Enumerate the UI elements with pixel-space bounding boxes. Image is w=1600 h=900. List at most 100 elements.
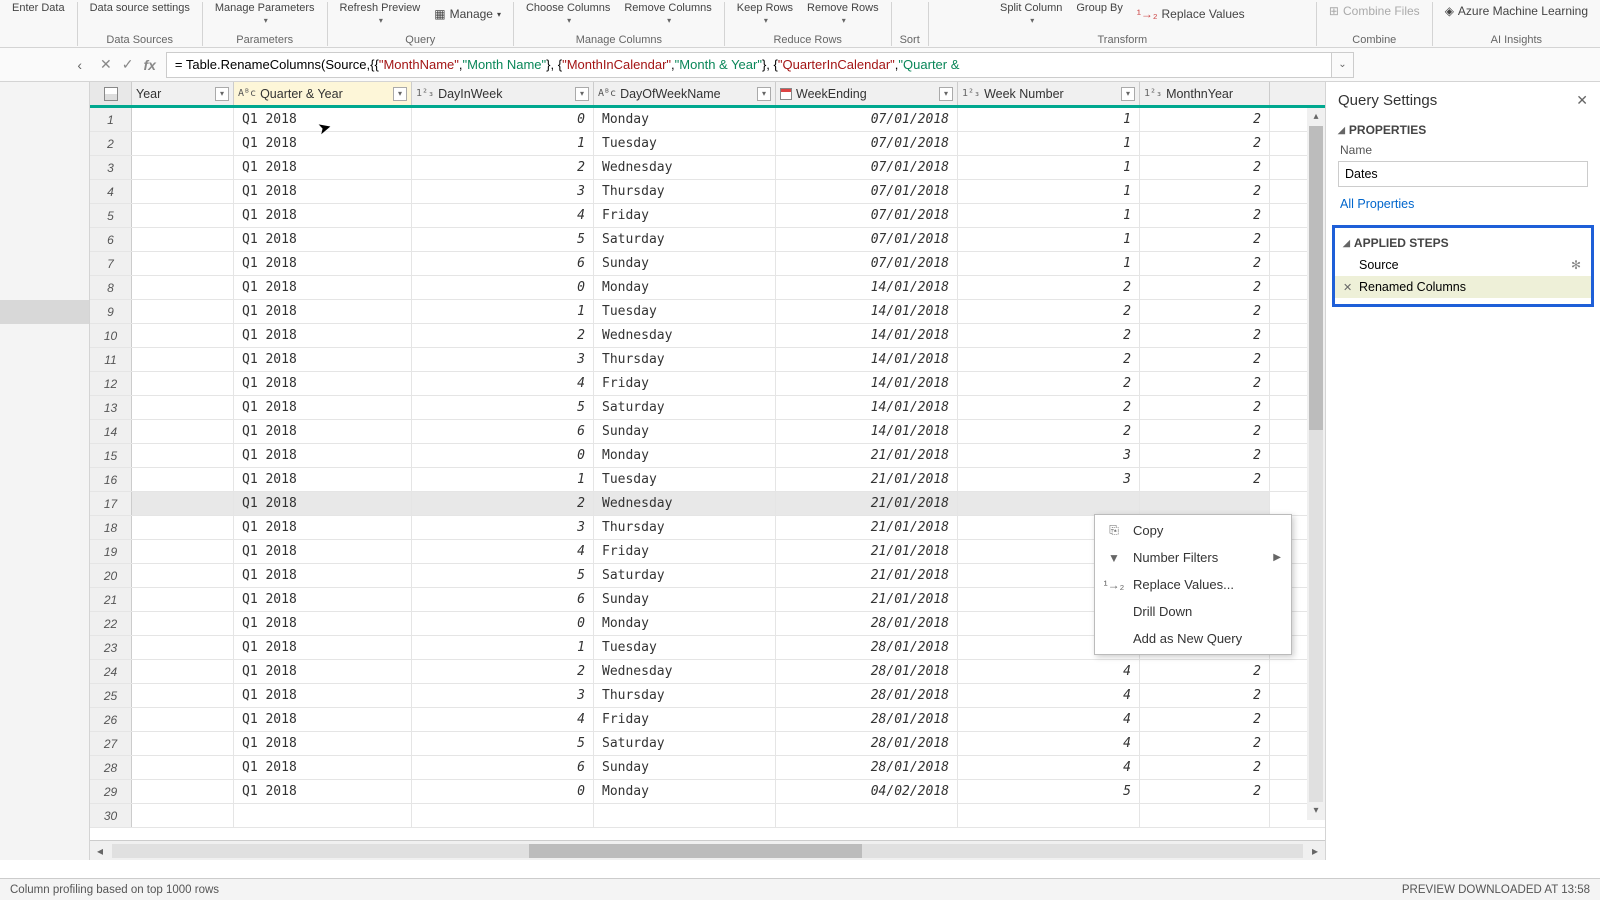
table-row[interactable]: 4Q1 20183Thursday07/01/201812	[90, 180, 1325, 204]
table-row[interactable]: 25Q1 20183Thursday28/01/201842	[90, 684, 1325, 708]
cell[interactable]: 2	[1140, 300, 1270, 323]
cell[interactable]: 2	[1140, 732, 1270, 755]
row-number[interactable]: 12	[90, 372, 132, 395]
cell[interactable]: 2	[1140, 444, 1270, 467]
row-number[interactable]: 7	[90, 252, 132, 275]
cell[interactable]: Q1 2018	[234, 732, 412, 755]
row-number[interactable]: 21	[90, 588, 132, 611]
cell[interactable]: Q1 2018	[234, 780, 412, 803]
filter-dropdown-icon[interactable]: ▾	[939, 87, 953, 101]
choose-columns-button[interactable]: Choose Columns	[522, 2, 614, 26]
table-row[interactable]: 30	[90, 804, 1325, 828]
cell[interactable]: 4	[412, 204, 594, 227]
cell[interactable]: Q1 2018	[234, 516, 412, 539]
row-number[interactable]: 1	[90, 108, 132, 131]
context-copy[interactable]: ⎘Copy	[1095, 517, 1291, 544]
cell[interactable]: Friday	[594, 540, 776, 563]
cell[interactable]: Wednesday	[594, 324, 776, 347]
table-row[interactable]: 11Q1 20183Thursday14/01/201822	[90, 348, 1325, 372]
cell[interactable]: 0	[412, 612, 594, 635]
cell[interactable]: 4	[412, 372, 594, 395]
cell[interactable]: Q1 2018	[234, 444, 412, 467]
cell[interactable]: 5	[958, 780, 1140, 803]
cell[interactable]: Q1 2018	[234, 276, 412, 299]
table-row[interactable]: 15Q1 20180Monday21/01/201832	[90, 444, 1325, 468]
column-header-weeknumber[interactable]: 1²₃Week Number▾	[958, 82, 1140, 105]
cell[interactable]	[1140, 804, 1270, 827]
all-properties-link[interactable]: All Properties	[1326, 193, 1600, 221]
enter-data-button[interactable]: Enter Data	[8, 2, 69, 14]
cell[interactable]	[132, 780, 234, 803]
cell[interactable]: 2	[958, 396, 1140, 419]
cell[interactable]: 2	[958, 276, 1140, 299]
cell[interactable]: 28/01/2018	[776, 708, 958, 731]
row-number[interactable]: 9	[90, 300, 132, 323]
close-panel-icon[interactable]: ✕	[1576, 92, 1588, 109]
cell[interactable]	[132, 660, 234, 683]
table-row[interactable]: 5Q1 20184Friday07/01/201812	[90, 204, 1325, 228]
cell[interactable]: 2	[412, 156, 594, 179]
cell[interactable]	[132, 516, 234, 539]
cell[interactable]: 4	[958, 732, 1140, 755]
column-header-year[interactable]: Year▾	[132, 82, 234, 105]
cell[interactable]: 2	[1140, 756, 1270, 779]
properties-section-header[interactable]: PROPERTIES	[1326, 115, 1600, 141]
cell[interactable]: 1	[958, 252, 1140, 275]
cell[interactable]: Q1 2018	[234, 132, 412, 155]
cell[interactable]: 4	[958, 756, 1140, 779]
cell[interactable]: 21/01/2018	[776, 516, 958, 539]
cell[interactable]	[132, 612, 234, 635]
cell[interactable]: Thursday	[594, 180, 776, 203]
cell[interactable]: 07/01/2018	[776, 252, 958, 275]
cell[interactable]: Friday	[594, 708, 776, 731]
cell[interactable]	[132, 156, 234, 179]
scroll-up-icon[interactable]: ▴	[1307, 108, 1325, 126]
row-number[interactable]: 15	[90, 444, 132, 467]
table-row[interactable]: 9Q1 20181Tuesday14/01/201822	[90, 300, 1325, 324]
cell[interactable]: Q1 2018	[234, 684, 412, 707]
cell[interactable]: Friday	[594, 372, 776, 395]
cell[interactable]: 2	[1140, 780, 1270, 803]
replace-values-button[interactable]: ¹→₂Replace Values	[1133, 2, 1249, 26]
cell[interactable]: 3	[412, 684, 594, 707]
cell[interactable]: 1	[958, 108, 1140, 131]
cell[interactable]: Q1 2018	[234, 420, 412, 443]
table-row[interactable]: 2Q1 20181Tuesday07/01/201812	[90, 132, 1325, 156]
row-number[interactable]: 30	[90, 804, 132, 827]
cell[interactable]: 4	[412, 540, 594, 563]
column-header-quarter-year[interactable]: AᴮcQuarter & Year▾	[234, 82, 412, 105]
cell[interactable]: Q1 2018	[234, 396, 412, 419]
cell[interactable]: 4	[412, 708, 594, 731]
cell[interactable]	[234, 804, 412, 827]
cell[interactable]: Q1 2018	[234, 588, 412, 611]
cell[interactable]: 3	[412, 180, 594, 203]
cell[interactable]: 21/01/2018	[776, 444, 958, 467]
context-drill-down[interactable]: Drill Down	[1095, 598, 1291, 625]
column-header-dayinweek[interactable]: 1²₃DayInWeek▾	[412, 82, 594, 105]
table-row[interactable]: 12Q1 20184Friday14/01/201822	[90, 372, 1325, 396]
cell[interactable]: Thursday	[594, 684, 776, 707]
cell[interactable]	[132, 444, 234, 467]
row-number[interactable]: 14	[90, 420, 132, 443]
cell[interactable]: 1	[958, 180, 1140, 203]
cell[interactable]: Q1 2018	[234, 180, 412, 203]
cell[interactable]	[958, 804, 1140, 827]
cell[interactable]: Q1 2018	[234, 612, 412, 635]
cell[interactable]: 2	[412, 324, 594, 347]
row-number[interactable]: 16	[90, 468, 132, 491]
cell[interactable]: 14/01/2018	[776, 276, 958, 299]
horizontal-scrollbar[interactable]: ◂ ▸	[90, 840, 1325, 860]
cell[interactable]: Q1 2018	[234, 564, 412, 587]
cell[interactable]: 5	[412, 396, 594, 419]
cell[interactable]: Saturday	[594, 396, 776, 419]
cell[interactable]: 07/01/2018	[776, 132, 958, 155]
filter-dropdown-icon[interactable]: ▾	[1121, 87, 1135, 101]
table-row[interactable]: 1Q1 20180Monday07/01/201812	[90, 108, 1325, 132]
cell[interactable]	[132, 252, 234, 275]
cell[interactable]: 07/01/2018	[776, 204, 958, 227]
context-replace-values[interactable]: ¹→₂Replace Values...	[1095, 571, 1291, 598]
table-row[interactable]: 3Q1 20182Wednesday07/01/201812	[90, 156, 1325, 180]
cell[interactable]: 2	[958, 324, 1140, 347]
row-number[interactable]: 20	[90, 564, 132, 587]
cell[interactable]: 28/01/2018	[776, 756, 958, 779]
